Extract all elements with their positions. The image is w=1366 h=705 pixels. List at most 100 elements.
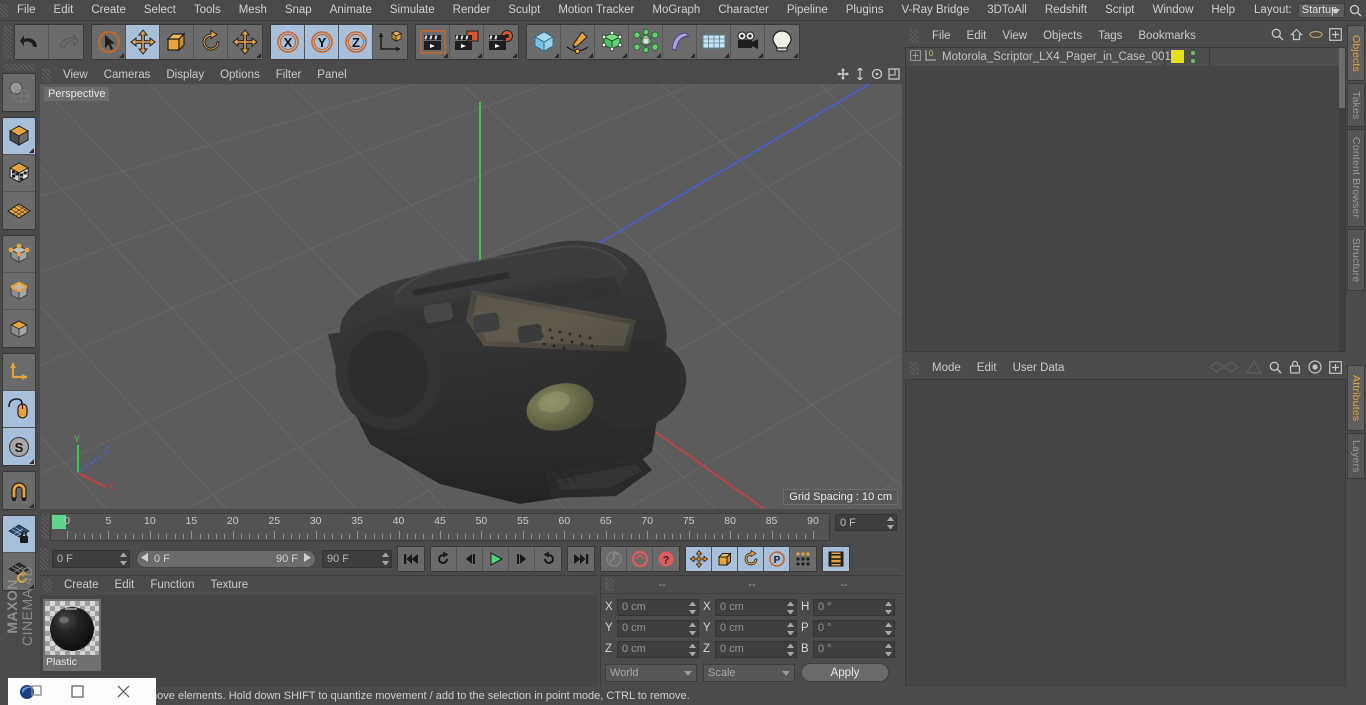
minimize-icon[interactable] <box>54 678 100 705</box>
menu-simulate[interactable]: Simulate <box>381 0 444 21</box>
menu-grip[interactable] <box>0 0 8 21</box>
position-x-field[interactable]: 0 cm <box>617 598 699 616</box>
pan-icon[interactable] <box>837 68 849 83</box>
coordinate-system-select[interactable]: World <box>605 663 697 682</box>
menu-mesh[interactable]: Mesh <box>230 0 276 21</box>
autokeying-button[interactable] <box>627 547 653 571</box>
tab-attributes[interactable]: Attributes <box>1347 365 1365 431</box>
workplane-mode-button[interactable] <box>3 192 35 229</box>
world-object-coordinates[interactable] <box>373 25 407 59</box>
size-y-field[interactable]: 0 cm <box>715 619 797 637</box>
attribute-menu-edit[interactable]: Edit <box>969 358 1005 379</box>
viewport-grip[interactable] <box>42 68 51 82</box>
rotate-icon[interactable] <box>871 68 883 83</box>
object-tree-row[interactable]: 0 Motorola_Scriptor_LX4_Pager_in_Case_00… <box>906 48 1345 66</box>
maximize-icon[interactable] <box>888 68 900 83</box>
interpolate-icon[interactable] <box>1208 360 1240 377</box>
points-mode-button[interactable] <box>3 236 35 273</box>
object-axis-mode-button[interactable] <box>3 354 35 391</box>
position-y-field[interactable]: 0 cm <box>617 619 699 637</box>
render-settings-button[interactable] <box>484 25 518 59</box>
rotation-p-field[interactable]: 0 ° <box>813 619 895 637</box>
go-to-next-frame-button[interactable] <box>509 547 535 571</box>
timeline-grip[interactable] <box>41 515 49 539</box>
attribute-manager-body[interactable] <box>905 379 1346 705</box>
home-icon[interactable] <box>1290 28 1303 44</box>
enable-axis-modification-button[interactable] <box>3 391 35 428</box>
toolbar-grip[interactable] <box>3 25 12 59</box>
add-light-button[interactable] <box>765 25 799 59</box>
menu-redshift[interactable]: Redshift <box>1036 0 1096 21</box>
menu-vray-bridge[interactable]: V-Ray Bridge <box>892 0 978 21</box>
viewport-3d-canvas[interactable]: Perspective Grid Spacing : 10 cm Y X Z <box>40 84 902 509</box>
enable-snap-button[interactable] <box>3 472 35 509</box>
rotate-tool[interactable] <box>194 25 228 59</box>
material-menu-function[interactable]: Function <box>142 576 202 595</box>
rotation-b-field[interactable]: 0 ° <box>813 640 895 658</box>
triangle-icon[interactable] <box>1245 359 1263 377</box>
zoom-icon[interactable] <box>854 67 866 83</box>
go-to-previous-key-button[interactable] <box>431 547 457 571</box>
spinner-icon[interactable] <box>787 601 794 614</box>
object-manager-tree[interactable]: 0 Motorola_Scriptor_LX4_Pager_in_Case_00… <box>905 47 1346 352</box>
spinner-icon[interactable] <box>689 601 696 614</box>
go-to-start-button[interactable] <box>398 547 424 571</box>
timeline-frame-field[interactable]: 0 F <box>835 514 897 531</box>
add-spline-button[interactable] <box>561 25 595 59</box>
menu-script[interactable]: Script <box>1096 0 1143 21</box>
parameter-keying-button[interactable]: P <box>764 547 790 571</box>
search-icon[interactable] <box>1349 0 1362 21</box>
add-cube-object-button[interactable] <box>527 25 561 59</box>
current-frame-field[interactable]: 0 F <box>52 550 130 568</box>
make-editable-button[interactable] <box>3 74 35 111</box>
object-menu-file[interactable]: File <box>924 25 959 47</box>
viewport-solo-button[interactable]: S <box>3 428 35 465</box>
object-menu-tags[interactable]: Tags <box>1090 25 1130 47</box>
viewport-menu-cameras[interactable]: Cameras <box>96 66 159 84</box>
menu-select[interactable]: Select <box>135 0 185 21</box>
object-menu-edit[interactable]: Edit <box>959 25 995 47</box>
menu-mograph[interactable]: MoGraph <box>643 0 709 21</box>
menu-tools[interactable]: Tools <box>185 0 230 21</box>
viewport-menu-view[interactable]: View <box>55 66 96 84</box>
add-generator-button[interactable] <box>595 25 629 59</box>
timeline-view-button[interactable] <box>823 547 849 571</box>
menu-help[interactable]: Help <box>1202 0 1244 21</box>
attribute-manager-grip[interactable] <box>910 362 919 375</box>
tab-structure[interactable]: Structure <box>1347 229 1365 291</box>
menu-animate[interactable]: Animate <box>321 0 381 21</box>
spinner-icon[interactable] <box>887 517 894 529</box>
add-modeling-object-button[interactable] <box>629 25 663 59</box>
tab-takes[interactable]: Takes <box>1347 83 1365 127</box>
menu-edit[interactable]: Edit <box>45 0 83 21</box>
tab-content-browser[interactable]: Content Browser <box>1347 129 1365 227</box>
object-manager-grip[interactable] <box>910 29 919 43</box>
keyframe-selection-button[interactable]: ? <box>653 547 679 571</box>
spinner-icon[interactable] <box>120 553 127 565</box>
lock-icon[interactable] <box>1289 360 1301 377</box>
go-to-previous-frame-button[interactable] <box>457 547 483 571</box>
object-menu-objects[interactable]: Objects <box>1035 25 1090 47</box>
spinner-icon[interactable] <box>885 601 892 614</box>
app-icon[interactable] <box>8 678 54 705</box>
material-manager-grip[interactable] <box>43 579 52 592</box>
menu-character[interactable]: Character <box>709 0 778 21</box>
menu-plugins[interactable]: Plugins <box>837 0 893 21</box>
plus-icon[interactable] <box>1329 360 1342 377</box>
viewport-menu-display[interactable]: Display <box>158 66 212 84</box>
expand-icon[interactable] <box>910 50 921 64</box>
menu-file[interactable]: File <box>8 0 45 21</box>
add-deformer-button[interactable] <box>663 25 697 59</box>
object-menu-view[interactable]: View <box>994 25 1035 47</box>
size-z-field[interactable]: 0 cm <box>715 640 797 658</box>
layout-select[interactable]: Startup <box>1297 2 1345 18</box>
add-scene-environment-button[interactable] <box>697 25 731 59</box>
position-keying-button[interactable] <box>686 547 712 571</box>
material-menu-edit[interactable]: Edit <box>107 576 143 595</box>
go-to-end-button[interactable] <box>568 547 594 571</box>
lock-y-axis[interactable]: Y <box>305 25 339 59</box>
live-selection-tool[interactable] <box>92 25 126 59</box>
coordinate-mode-select[interactable]: Scale <box>703 663 795 682</box>
position-z-field[interactable]: 0 cm <box>617 640 699 658</box>
menu-motion-tracker[interactable]: Motion Tracker <box>549 0 643 21</box>
